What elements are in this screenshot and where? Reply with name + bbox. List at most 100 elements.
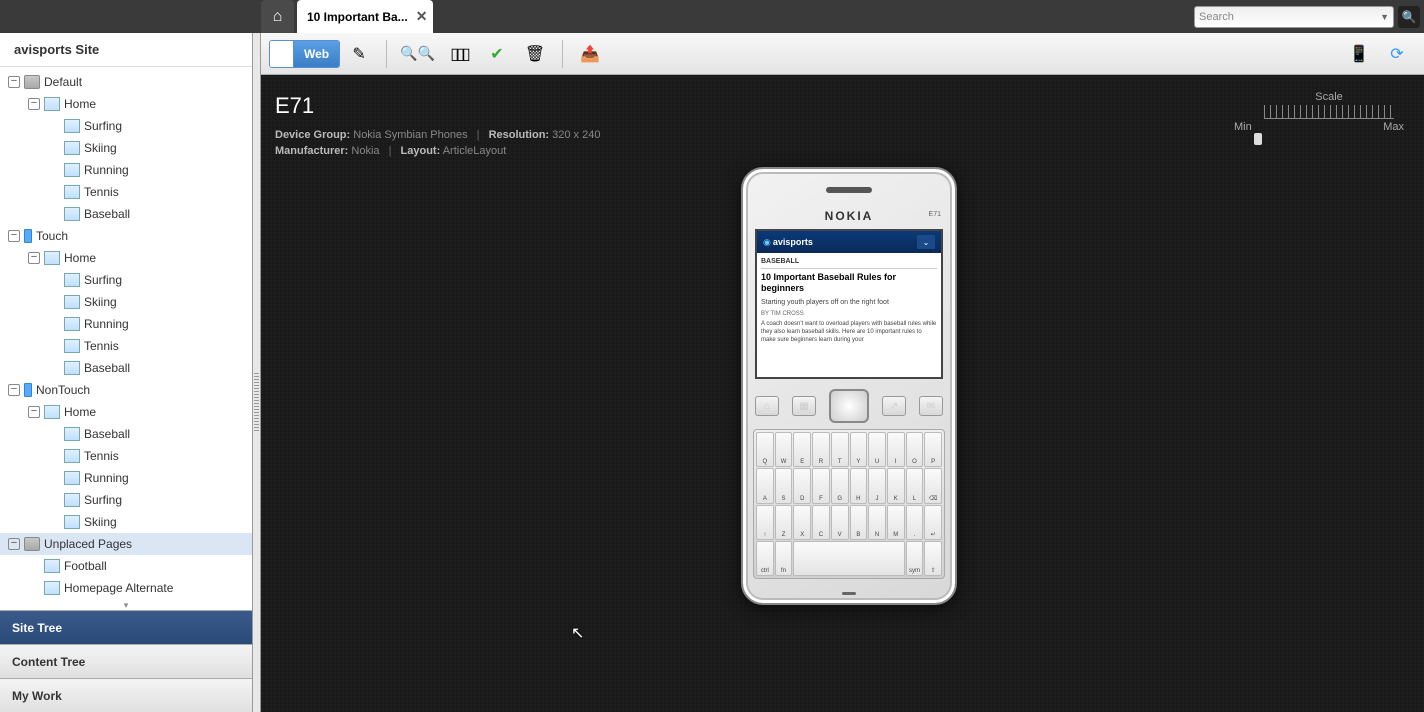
article-body: A coach doesn't want to overload players…	[761, 320, 937, 344]
delete-button[interactable]: 🗑	[520, 39, 550, 69]
node-touch-skiing[interactable]: Skiing	[0, 291, 252, 313]
tree-label: Home	[64, 405, 96, 419]
device-icon	[24, 383, 32, 397]
devices-button[interactable]: ▯▯▯	[444, 39, 474, 69]
node-homepage-alt[interactable]: Homepage Alternate	[0, 577, 252, 599]
panel-my-work[interactable]: My Work	[0, 678, 252, 712]
tree-scroll-down[interactable]: ▾	[0, 600, 252, 610]
node-nontouch-surfing[interactable]: Surfing	[0, 489, 252, 511]
node-nontouch[interactable]: −NonTouch	[0, 379, 252, 401]
node-default-baseball[interactable]: Baseball	[0, 203, 252, 225]
tree-label: Running	[84, 163, 129, 177]
tree-label: Home	[64, 251, 96, 265]
node-default-surfing[interactable]: Surfing	[0, 115, 252, 137]
close-icon[interactable]: ✕	[416, 8, 428, 25]
home-icon: ⌂	[273, 8, 283, 26]
tree-toggle[interactable]: −	[8, 76, 20, 88]
article-byline: BY TIM CROSS	[761, 308, 937, 320]
phone-key: D	[793, 468, 811, 503]
tree-toggle	[48, 428, 60, 440]
node-default[interactable]: − Default	[0, 71, 252, 93]
tree-toggle[interactable]: −	[8, 538, 20, 550]
page-icon	[64, 295, 80, 309]
tree-label: Default	[44, 75, 82, 89]
pencil-icon: ✎	[352, 44, 365, 64]
node-nontouch-home[interactable]: − Home	[0, 401, 252, 423]
page-icon	[44, 405, 60, 419]
node-nontouch-skiing[interactable]: Skiing	[0, 511, 252, 533]
separator	[562, 40, 563, 68]
tree-toggle[interactable]: −	[28, 406, 40, 418]
phone-key: W	[775, 432, 793, 467]
tree-label: Surfing	[84, 273, 122, 287]
tree-toggle	[48, 516, 60, 528]
separator	[386, 40, 387, 68]
scale-control[interactable]: Scale Min Max	[1254, 91, 1404, 133]
search-button[interactable]: 🔍	[1398, 6, 1420, 28]
scale-knob[interactable]	[1254, 133, 1262, 145]
mobile-view-button[interactable]: 📱	[1344, 39, 1374, 69]
site-tree[interactable]: −Default−HomeSurfingSkiingRunningTennisB…	[0, 67, 252, 600]
phone-key: V	[831, 505, 849, 540]
site-header[interactable]: ◉ avisports ⌄	[757, 231, 941, 253]
phone-key: R	[812, 432, 830, 467]
node-touch[interactable]: −Touch	[0, 225, 252, 247]
page-icon	[64, 141, 80, 155]
phone-speaker	[826, 187, 872, 193]
node-default-running[interactable]: Running	[0, 159, 252, 181]
phone-key: ⇧	[924, 541, 942, 576]
tree-toggle[interactable]: −	[28, 252, 40, 264]
node-default-skiing[interactable]: Skiing	[0, 137, 252, 159]
node-nontouch-baseball[interactable]: Baseball	[0, 423, 252, 445]
search-input[interactable]: Search ▼	[1194, 6, 1394, 28]
tree-toggle[interactable]: −	[8, 230, 20, 242]
toolbar: Web ✎ 🔍🔍 ▯▯▯ ✔ 🗑 📤 📱 ⟳	[261, 33, 1424, 75]
phone-key: J	[868, 468, 886, 503]
node-touch-tennis[interactable]: Tennis	[0, 335, 252, 357]
phone-key: O	[906, 432, 924, 467]
phone-key: H	[850, 468, 868, 503]
tree-label: Football	[64, 559, 107, 573]
node-touch-surfing[interactable]: Surfing	[0, 269, 252, 291]
binoculars-icon: 🔍🔍	[400, 45, 435, 62]
node-touch-baseball[interactable]: Baseball	[0, 357, 252, 379]
phone-keyboard: QWERTYUIOPASDFGHJKL⌫↑ZXCVBNM.↵ctrlfnsym⇧	[753, 429, 945, 579]
node-default-tennis[interactable]: Tennis	[0, 181, 252, 203]
chevron-down-icon[interactable]: ⌄	[917, 235, 935, 249]
cursor-icon: ↖	[571, 623, 584, 643]
tree-toggle[interactable]: −	[8, 384, 20, 396]
tree-toggle	[28, 560, 40, 572]
tree-label: Running	[84, 317, 129, 331]
node-nontouch-running[interactable]: Running	[0, 467, 252, 489]
view-web-thumb	[270, 41, 294, 67]
binoculars-button[interactable]: 🔍🔍	[399, 39, 436, 69]
tree-label: Baseball	[84, 427, 130, 441]
page-icon	[64, 471, 80, 485]
document-tab[interactable]: 10 Important Ba... ✕	[297, 0, 433, 33]
sidebar-collapse[interactable]	[253, 33, 261, 712]
sidebar: avisports Site −Default−HomeSurfingSkiin…	[0, 33, 253, 712]
edit-button[interactable]: ✎	[344, 39, 374, 69]
refresh-button[interactable]: ⟳	[1382, 39, 1412, 69]
tree-toggle[interactable]: −	[28, 98, 40, 110]
approve-button[interactable]: ✔	[482, 39, 512, 69]
sidebar-title: avisports Site	[0, 33, 252, 67]
article-subheading: Starting youth players off on the right …	[761, 297, 937, 308]
node-football[interactable]: Football	[0, 555, 252, 577]
export-button[interactable]: 📤	[575, 39, 605, 69]
chevron-down-icon[interactable]: ▼	[1380, 12, 1389, 22]
panel-content-tree[interactable]: Content Tree	[0, 644, 252, 678]
phone-key: B	[850, 505, 868, 540]
device-meta: Device Group: Nokia Symbian Phones | Res…	[275, 127, 600, 159]
phone-key: Q	[756, 432, 774, 467]
node-nontouch-tennis[interactable]: Tennis	[0, 445, 252, 467]
view-web-button[interactable]: Web	[269, 40, 340, 68]
home-tab[interactable]: ⌂	[261, 0, 294, 33]
node-unplaced[interactable]: −Unplaced Pages	[0, 533, 252, 555]
node-touch-running[interactable]: Running	[0, 313, 252, 335]
node-default-home[interactable]: −Home	[0, 93, 252, 115]
node-touch-home[interactable]: − Home	[0, 247, 252, 269]
panel-site-tree[interactable]: Site Tree	[0, 610, 252, 644]
page-icon	[64, 185, 80, 199]
trash-icon: 🗑	[525, 44, 545, 64]
